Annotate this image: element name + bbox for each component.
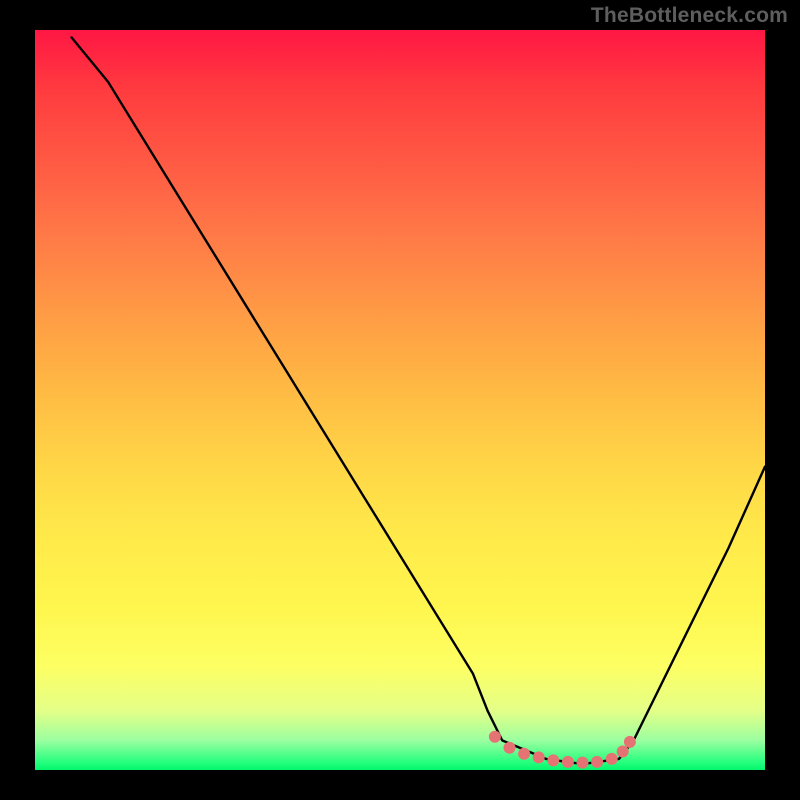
flat-region-dot — [518, 748, 530, 760]
watermark-text: TheBottleneck.com — [591, 4, 788, 28]
flat-region-dot — [591, 756, 603, 768]
flat-region-dot — [577, 757, 589, 769]
flat-region-dot — [489, 731, 501, 743]
flat-region-dot — [547, 754, 559, 766]
curve-svg — [35, 30, 765, 770]
flat-region-dot — [617, 746, 629, 758]
chart-frame: TheBottleneck.com — [0, 0, 800, 800]
flat-region-dot — [504, 742, 516, 754]
flat-region-markers — [489, 731, 636, 769]
flat-region-dot — [562, 756, 574, 768]
flat-region-dot — [624, 736, 636, 748]
bottleneck-curve-path — [72, 37, 766, 764]
flat-region-dot — [533, 751, 545, 763]
flat-region-dot — [606, 753, 618, 765]
plot-area — [35, 30, 765, 770]
